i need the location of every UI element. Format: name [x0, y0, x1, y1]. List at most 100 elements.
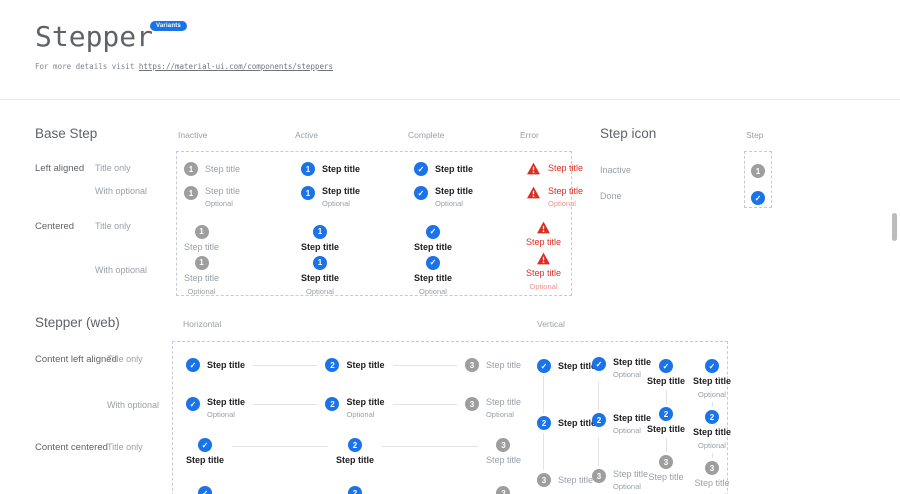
check-icon: ✓ [414, 162, 428, 176]
vertical-stepper-centered-optional: ✓ Step title Optional 2 Step title Optio… [690, 359, 734, 494]
step-title: Step title [207, 397, 245, 408]
material-ui-link[interactable]: https://material-ui.com/components/stepp… [139, 62, 333, 71]
check-icon: ✓ [705, 359, 719, 373]
step-error-optional: Step title Optional [526, 186, 583, 221]
stepper-web-frame: ✓ Step title 2 Step title 3 Step title ✓… [172, 341, 728, 494]
step-title: Step title [694, 478, 729, 489]
step-number-icon: 1 [195, 256, 209, 270]
step-icon-frame: 1 ✓ [744, 151, 772, 208]
stepper-web-heading: Stepper (web) [35, 315, 120, 330]
step-active: 1 Step title [301, 162, 414, 186]
step-optional: Optional [548, 199, 583, 208]
step-title: Step title [435, 186, 473, 197]
step-number-icon: 1 [184, 162, 198, 176]
step-optional: Optional [613, 482, 648, 491]
step-connector [598, 382, 599, 410]
step-title: Step title [558, 418, 596, 429]
step-title: Step title [184, 242, 219, 253]
step-number-icon: 3 [659, 455, 673, 469]
variants-badge[interactable]: Variants [150, 21, 187, 31]
step-connector [598, 438, 599, 466]
column-header-horizontal: Horizontal [183, 319, 221, 329]
step-title: Step title [205, 186, 240, 197]
check-icon: ✓ [414, 186, 428, 200]
step-connector [253, 404, 317, 405]
step-inactive-optional: 1 Step title Optional [184, 186, 301, 221]
horizontal-stepper-centered-optional: ✓ Step title Optional 2 Step title Optio… [186, 486, 521, 494]
step-connector [253, 365, 317, 366]
step-title: Step title [205, 164, 240, 175]
step-complete-centered-optional: ✓ Step title Optional [414, 252, 526, 296]
step-number-icon: 2 [325, 358, 339, 372]
design-spec-canvas: Stepper Variants For more details visit … [0, 0, 900, 494]
step-connector [666, 390, 667, 404]
check-icon: ✓ [198, 486, 212, 494]
step-title: Step title [435, 164, 473, 175]
check-icon: ✓ [751, 191, 765, 205]
scrollbar-thumb[interactable] [892, 213, 897, 241]
step-title: Step title [613, 469, 648, 480]
vertical-stepper-centered: ✓ Step title 2 Step title 3 Step title [644, 359, 688, 483]
step-inactive-centered: 1 Step title [184, 221, 301, 252]
step-number-icon: 1 [313, 225, 327, 239]
row-group-left-aligned: Left aligned [35, 163, 84, 174]
step-number-icon: 1 [313, 256, 327, 270]
base-step-heading: Base Step [35, 126, 97, 141]
base-step-grid: 1 Step title 1 Step title ✓ Step title S… [177, 152, 571, 296]
check-icon: ✓ [592, 357, 606, 371]
step-optional: Optional [205, 199, 240, 208]
step-number-icon: 1 [301, 162, 315, 176]
step-title: Step title [184, 273, 219, 284]
step-connector [543, 376, 544, 413]
step-number-icon: 1 [195, 225, 209, 239]
row-variant-with-optional: With optional [107, 400, 159, 410]
row-label-done: Done [600, 191, 622, 201]
step-title: Step title [548, 186, 583, 197]
column-header-inactive: Inactive [178, 130, 207, 140]
step-title: Step title [186, 455, 224, 466]
step-title: Step title [526, 268, 561, 279]
horizontal-stepper-title-only: ✓ Step title 2 Step title 3 Step title [186, 358, 521, 372]
step-optional: Optional [346, 410, 384, 419]
step-icon-heading: Step icon [600, 126, 656, 141]
horizontal-stepper-centered: ✓ Step title 2 Step title 3 Step title [186, 438, 521, 466]
step-title: Step title [648, 472, 683, 483]
step-number-icon: 1 [751, 164, 765, 178]
step-error: Step title [526, 162, 583, 186]
step-optional: Optional [486, 410, 521, 419]
check-icon: ✓ [426, 225, 440, 239]
step-number-icon: 3 [496, 486, 510, 494]
step-optional: Optional [435, 199, 473, 208]
step-number-icon: 3 [496, 438, 510, 452]
row-group-content-centered: Content centered [35, 442, 108, 453]
step-number-icon: 3 [537, 473, 551, 487]
step-title: Step title [346, 360, 384, 371]
step-optional: Optional [698, 390, 726, 399]
step-title: Step title [647, 424, 685, 435]
row-variant-title-only: Title only [95, 221, 131, 231]
step-title: Step title [414, 242, 452, 253]
step-optional: Optional [530, 282, 558, 291]
warning-icon [526, 186, 541, 199]
divider [0, 99, 900, 100]
step-connector [712, 402, 713, 407]
row-variant-title-only: Title only [107, 442, 143, 452]
column-header-vertical: Vertical [537, 319, 565, 329]
row-variant-with-optional: With optional [95, 265, 147, 275]
check-icon: ✓ [186, 397, 200, 411]
step-title: Step title [486, 397, 521, 408]
step-inactive: 1 Step title [184, 162, 301, 186]
vertical-stepper-title-only: ✓ Step title 2 Step title 3 Step title [537, 359, 596, 487]
step-title: Step title [548, 163, 583, 174]
column-header-active: Active [295, 130, 318, 140]
step-complete-optional: ✓ Step title Optional [414, 186, 526, 221]
step-title: Step title [558, 475, 593, 486]
horizontal-stepper-with-optional: ✓ Step title Optional 2 Step title Optio… [186, 397, 521, 419]
step-title: Step title [693, 427, 731, 438]
step-title: Step title [414, 273, 452, 284]
step-complete: ✓ Step title [414, 162, 526, 186]
step-number-icon: 2 [325, 397, 339, 411]
check-icon: ✓ [198, 438, 212, 452]
step-number-icon: 2 [537, 416, 551, 430]
row-variant-with-optional: With optional [95, 186, 147, 196]
